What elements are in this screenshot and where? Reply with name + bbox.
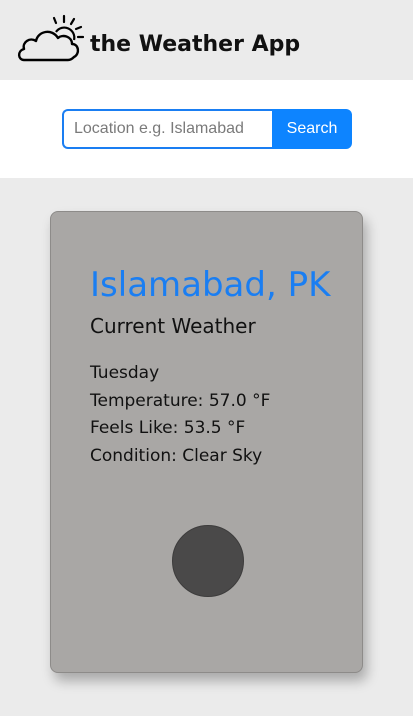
- search-bar: Search: [0, 80, 413, 178]
- weather-card: Islamabad, PK Current Weather Tuesday Te…: [50, 211, 363, 673]
- location-title: Islamabad, PK: [90, 265, 331, 305]
- weather-condition-icon: [172, 525, 244, 597]
- current-weather-heading: Current Weather: [90, 314, 256, 338]
- day-label: Tuesday: [90, 363, 160, 383]
- cloud-sun-icon: [17, 14, 84, 62]
- weather-details: Tuesday Temperature: 57.0 °F Feels Like:…: [90, 360, 270, 470]
- condition-label: Condition: Clear Sky: [90, 445, 263, 466]
- app-title: the Weather App: [90, 32, 301, 57]
- search-button[interactable]: Search: [272, 109, 352, 149]
- temperature-label: Temperature: 57.0 °F: [90, 390, 271, 411]
- location-search-input[interactable]: [62, 109, 274, 149]
- app-header: the Weather App: [0, 0, 413, 80]
- feels-like-label: Feels Like: 53.5 °F: [90, 418, 246, 438]
